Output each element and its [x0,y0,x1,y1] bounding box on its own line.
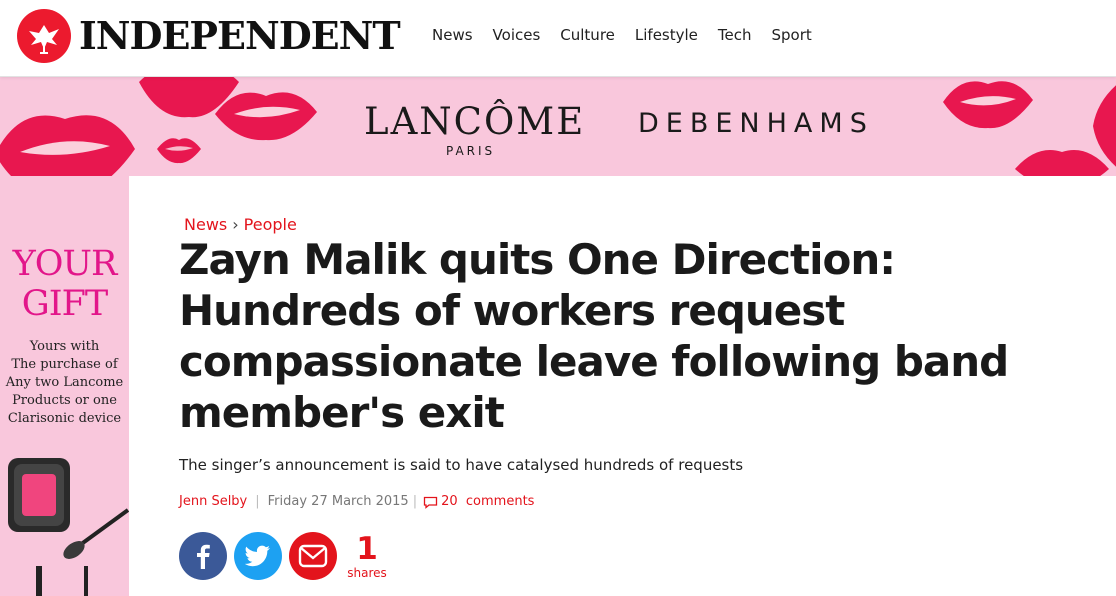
gift-copy: Yours with The purchase of Any two Lanco… [0,338,129,428]
breadcrumb-separator: › [232,215,239,234]
byline-divider: | [255,494,260,509]
facebook-icon [197,544,210,569]
gift-copy-line: Products or one [12,393,117,408]
article-standfirst: The singer’s announcement is said to hav… [179,456,744,474]
nav-item-tech[interactable]: Tech [718,24,752,46]
comment-icon [423,496,438,509]
nav-item-news[interactable]: News [432,24,473,46]
gift-copy-line: Clarisonic device [7,411,122,426]
makeup-brush-image [63,508,129,559]
author-link[interactable]: Jenn Selby [179,493,247,511]
site-logo[interactable]: INDEPENDENT [79,13,401,59]
lips-graphic [943,81,1033,129]
comments-label: comments [465,494,535,509]
nav-item-lifestyle[interactable]: Lifestyle [635,24,698,46]
comments-link[interactable]: 20 comments [423,493,534,511]
mascara-image [36,566,88,596]
share-count-number: 1 [356,531,378,567]
nav-item-voices[interactable]: Voices [493,24,541,46]
main-nav: News Voices Culture Lifestyle Tech Sport [432,24,832,46]
breadcrumb-news[interactable]: News [184,215,227,234]
lancome-logo: LANCÔME [364,100,586,143]
debenhams-logo: DEBENHAMS [638,108,874,139]
breadcrumb-people[interactable]: People [244,215,297,234]
nav-item-sport[interactable]: Sport [772,24,812,46]
share-email-button[interactable] [289,532,337,580]
lips-graphic [1093,85,1116,167]
share-facebook-button[interactable] [179,532,227,580]
comments-count: 20 [441,494,458,509]
lips-graphic [157,138,201,164]
publish-date: Friday 27 March 2015 [267,494,409,509]
gift-copy-line: Any two Lancome [5,375,124,390]
lips-graphic [0,115,135,176]
twitter-icon [245,545,270,567]
article-byline: Jenn Selby | Friday 27 March 2015 | 20 c… [179,493,534,511]
ad-banner[interactable]: LANCÔME PARIS DEBENHAMS [0,76,1116,176]
site-header: INDEPENDENT News Voices Culture Lifestyl… [0,0,1116,77]
article-headline: Zayn Malik quits One Direction: Hundreds… [179,235,1009,437]
gift-copy-line: Yours with [29,339,100,354]
gift-title-line1: YOUR [12,244,118,284]
eagle-icon[interactable] [17,9,71,63]
breadcrumb: News › People [184,215,297,235]
share-count-label: shares [347,566,387,580]
lancome-subtitle: PARIS [446,144,496,158]
email-icon [298,544,328,568]
lips-graphic [215,92,317,141]
gift-copy-line: The purchase of [11,357,118,372]
gift-title-line2: GIFT [21,284,108,324]
ad-skyscraper[interactable]: YOUR GIFT Yours with The purchase of Any… [0,176,129,596]
nav-item-culture[interactable]: Culture [560,24,615,46]
byline-divider: | [412,494,418,509]
share-twitter-button[interactable] [234,532,282,580]
share-count: 1 shares [340,532,394,580]
